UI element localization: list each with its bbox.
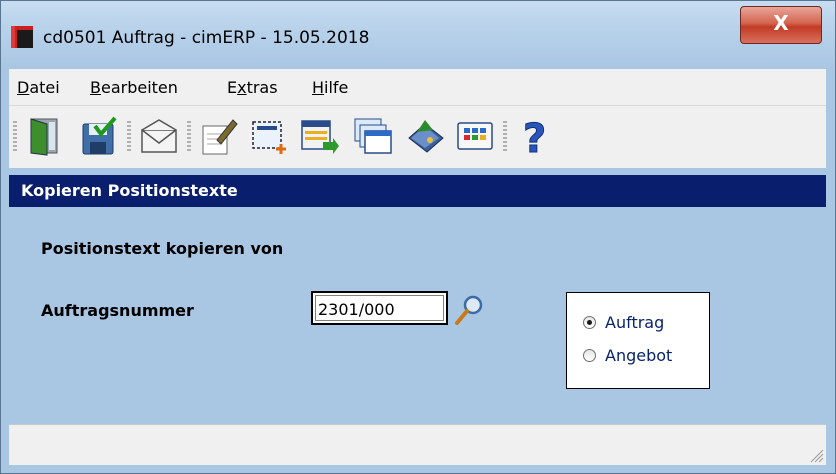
- form-heading: Positionstext kopieren von: [41, 239, 284, 258]
- search-icon[interactable]: [453, 293, 487, 327]
- windows-icon[interactable]: [353, 116, 393, 156]
- svg-text:?: ?: [523, 116, 546, 156]
- order-number-field[interactable]: [311, 291, 448, 325]
- toolbar-separator: [13, 121, 17, 151]
- import-list-icon[interactable]: [299, 116, 339, 156]
- document-type-group: Auftrag Angebot: [566, 292, 710, 389]
- grid-icon[interactable]: [455, 116, 495, 156]
- menu-bar: Datei Bearbeiten Extras Hilfe: [9, 69, 826, 106]
- menu-extras[interactable]: Extras: [227, 78, 278, 97]
- edit-icon[interactable]: [199, 116, 239, 156]
- section-header: Kopieren Positionstexte: [9, 175, 826, 207]
- app-logo-icon: [11, 26, 33, 48]
- menu-datei[interactable]: Datei: [17, 78, 60, 97]
- mail-icon[interactable]: [139, 116, 179, 156]
- toolbar-separator: [187, 121, 191, 151]
- radio-label: Angebot: [605, 346, 673, 365]
- exit-icon[interactable]: [25, 116, 65, 156]
- new-position-icon[interactable]: [249, 116, 289, 156]
- order-number-input[interactable]: [316, 296, 440, 323]
- help-icon[interactable]: ?: [515, 116, 555, 156]
- save-icon[interactable]: [79, 116, 119, 156]
- book-icon[interactable]: [405, 116, 445, 156]
- status-bar: [9, 424, 826, 465]
- radio-label: Auftrag: [605, 313, 665, 332]
- close-icon: X: [773, 11, 789, 35]
- toolbar: ?: [9, 106, 826, 168]
- menu-bearbeiten[interactable]: Bearbeiten: [90, 78, 178, 97]
- title-bar[interactable]: cd0501 Auftrag - cimERP - 15.05.2018 X: [1, 1, 835, 69]
- menu-hilfe[interactable]: Hilfe: [312, 78, 348, 97]
- radio-button[interactable]: [583, 316, 596, 329]
- window-title: cd0501 Auftrag - cimERP - 15.05.2018: [43, 28, 370, 48]
- resize-grip-icon[interactable]: [808, 447, 824, 463]
- section-title: Kopieren Positionstexte: [21, 181, 238, 200]
- order-number-label: Auftragsnummer: [41, 301, 194, 320]
- toolbar-separator: [503, 121, 507, 151]
- app-window: cd0501 Auftrag - cimERP - 15.05.2018 X D…: [0, 0, 836, 474]
- radio-button[interactable]: [583, 349, 596, 362]
- close-button[interactable]: X: [740, 6, 822, 44]
- toolbar-separator: [127, 121, 131, 151]
